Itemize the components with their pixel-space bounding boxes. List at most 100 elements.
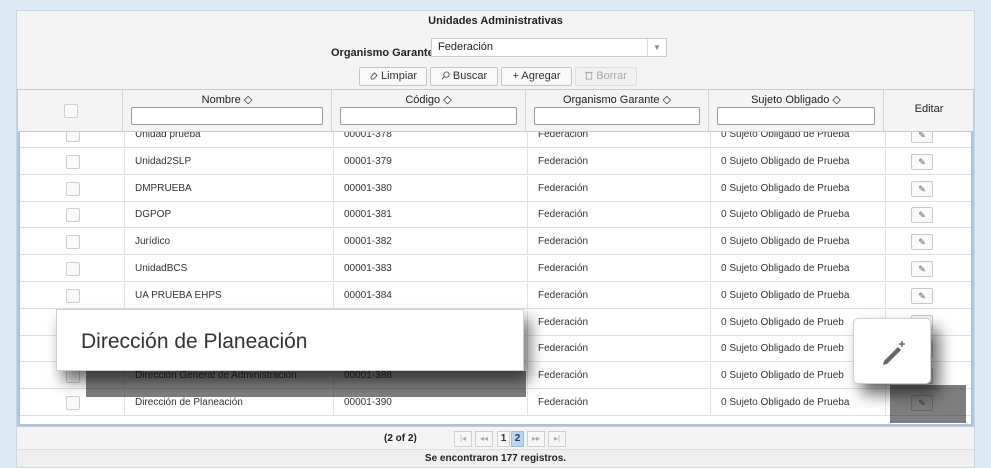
table-row[interactable]: Jurídico 00001-382 Federación 0 Sujeto Obli… bbox=[20, 229, 971, 256]
limpiar-button[interactable]: Limpiar bbox=[359, 67, 427, 86]
cell-nombre-text: Unidad2SLP bbox=[135, 155, 192, 167]
edit-button[interactable]: ✎ bbox=[911, 207, 933, 224]
cell-sujeto-text: 0 Sujeto Obligado de Prueba bbox=[721, 132, 850, 140]
cell-codigo: 00001-383 bbox=[334, 256, 528, 282]
callout-shadow bbox=[86, 371, 526, 397]
first-page-button[interactable]: |◂ bbox=[454, 431, 472, 447]
next-page-button[interactable]: ▸▸ bbox=[527, 431, 545, 447]
chevron-down-icon[interactable]: ▼ bbox=[647, 39, 666, 56]
zoom-callout-text: Dirección de Planeación bbox=[81, 330, 308, 353]
cell-nombre: DGPOP bbox=[125, 202, 334, 229]
cell-nombre: UA PRUEBA EHPS bbox=[125, 282, 334, 309]
cell-organismo: Federación bbox=[528, 202, 711, 229]
cell-organismo: Federación bbox=[528, 132, 711, 148]
organismo-select[interactable]: Federación ▼ bbox=[431, 38, 667, 57]
table-row[interactable]: UnidadBCS 00001-383 Federación 0 Sujeto Obl… bbox=[20, 256, 971, 282]
row-edit-cell: ✎ bbox=[886, 202, 971, 228]
cell-sujeto-text: 0 Sujeto Obligado de Prueba bbox=[721, 289, 850, 301]
cell-organismo-text: Federación bbox=[538, 343, 589, 355]
buscar-button[interactable]: Buscar bbox=[430, 67, 498, 86]
edit-button[interactable]: ✎ bbox=[911, 234, 933, 251]
page-2-button[interactable]: 2 bbox=[511, 431, 524, 447]
header-nombre[interactable]: Nombre ◇ bbox=[123, 90, 332, 131]
edit-button[interactable]: ✎ bbox=[911, 153, 933, 170]
cell-organismo: Federación bbox=[528, 175, 711, 202]
last-page-button[interactable]: ▸| bbox=[548, 431, 566, 447]
row-checkbox[interactable] bbox=[66, 181, 80, 196]
nombre-filter-input[interactable] bbox=[131, 107, 323, 125]
edit-button[interactable]: ✎ bbox=[911, 261, 933, 277]
borrar-button[interactable]: Borrar bbox=[575, 67, 637, 86]
row-checkbox[interactable] bbox=[66, 132, 80, 142]
cell-organismo-text: Federación bbox=[538, 209, 589, 221]
cell-sujeto: 0 Sujeto Obligado de Prueba bbox=[711, 175, 886, 202]
cell-organismo-text: Federación bbox=[538, 263, 589, 274]
table-row[interactable]: UA PRUEBA EHPS 00001-384 Federación 0 Sujet… bbox=[20, 282, 971, 309]
row-checkbox[interactable] bbox=[66, 288, 80, 303]
record-count: Se encontraron 177 registros. bbox=[17, 449, 974, 467]
header-codigo[interactable]: Código ◇ bbox=[332, 90, 526, 131]
prev-page-button[interactable]: ◂◂ bbox=[475, 431, 493, 447]
cell-organismo-text: Federación bbox=[538, 236, 589, 248]
header-editar: Editar bbox=[884, 90, 973, 131]
row-checkbox[interactable] bbox=[66, 396, 80, 410]
codigo-filter-input[interactable] bbox=[340, 107, 517, 125]
table-row[interactable]: DGPOP 00001-381 Federación 0 Sujeto Obligad… bbox=[20, 202, 971, 229]
organismo-filter-input[interactable] bbox=[534, 107, 700, 125]
cell-organismo: Federación bbox=[528, 282, 711, 309]
cell-sujeto: 0 Sujeto Obligado de Prueba bbox=[711, 148, 886, 175]
cell-codigo: 00001-382 bbox=[334, 229, 528, 256]
header-nombre-label[interactable]: Nombre ◇ bbox=[123, 93, 331, 106]
zoom-callout-name: Dirección de Planeación bbox=[56, 309, 524, 371]
cell-sujeto-text: 0 Sujeto Obligado de Prueba bbox=[721, 155, 850, 167]
table-row[interactable]: Unidad2SLP 00001-379 Federación 0 Sujeto Ob… bbox=[20, 148, 971, 175]
pencil-icon: ✎ bbox=[918, 183, 926, 194]
row-select-cell bbox=[20, 148, 125, 175]
edit-button[interactable]: ✎ bbox=[911, 180, 933, 197]
header-sujeto[interactable]: Sujeto Obligado ◇ bbox=[709, 90, 884, 131]
edit-button[interactable]: ✎ bbox=[911, 132, 933, 143]
row-checkbox[interactable] bbox=[66, 235, 80, 250]
header-codigo-label[interactable]: Código ◇ bbox=[332, 93, 525, 106]
row-checkbox[interactable] bbox=[66, 369, 80, 384]
row-select-cell bbox=[20, 132, 125, 148]
table-row[interactable]: Unidad prueba 00001-378 Federación 0 Sujeto… bbox=[20, 132, 971, 148]
row-edit-cell: ✎ bbox=[886, 132, 971, 148]
row-select-cell bbox=[20, 175, 125, 202]
cell-nombre: DMPRUEBA bbox=[125, 175, 334, 202]
header-organismo[interactable]: Organismo Garante ◇ bbox=[526, 90, 709, 131]
zoom-callout-edit bbox=[853, 318, 931, 384]
cell-nombre-text: Jurídico bbox=[135, 236, 171, 248]
header-select-cell bbox=[18, 90, 123, 131]
cell-sujeto-text: 0 Sujeto Obligado de Prueba bbox=[721, 209, 850, 221]
cell-nombre: UnidadBCS bbox=[125, 256, 334, 282]
cell-sujeto-text: 0 Sujeto Obligado de Prueba bbox=[721, 182, 850, 194]
cell-organismo: Federación bbox=[528, 309, 711, 336]
cell-sujeto: 0 Sujeto Obligado de Prueba bbox=[711, 256, 886, 282]
table-row[interactable]: DMPRUEBA 00001-380 Federación 0 Sujeto Obli… bbox=[20, 175, 971, 202]
page-1-button[interactable]: 1 bbox=[497, 431, 510, 447]
row-select-cell bbox=[20, 256, 125, 282]
cell-organismo: Federación bbox=[528, 363, 711, 390]
cell-sujeto-text: 0 Sujeto Obligado de Prueb bbox=[721, 370, 844, 382]
cell-codigo: 00001-378 bbox=[334, 132, 528, 148]
row-select-cell bbox=[20, 282, 125, 309]
cell-nombre-text: UA PRUEBA EHPS bbox=[135, 289, 222, 301]
agregar-button[interactable]: + Agregar bbox=[501, 67, 572, 86]
header-sujeto-label[interactable]: Sujeto Obligado ◇ bbox=[709, 93, 883, 106]
organismo-label: Organismo Garante: bbox=[331, 47, 438, 59]
select-all-checkbox[interactable] bbox=[64, 104, 78, 118]
cell-nombre-text: DMPRUEBA bbox=[135, 182, 192, 194]
cell-sujeto: 0 Sujeto Obligado de Prueba bbox=[711, 229, 886, 256]
row-checkbox[interactable] bbox=[66, 208, 80, 223]
row-checkbox[interactable] bbox=[66, 262, 80, 276]
cell-codigo-text: 00001-378 bbox=[344, 132, 392, 140]
pencil-icon: ✎ bbox=[918, 290, 926, 301]
sujeto-filter-input[interactable] bbox=[717, 107, 875, 125]
edit-button[interactable]: ✎ bbox=[911, 287, 933, 304]
header-organismo-label[interactable]: Organismo Garante ◇ bbox=[526, 93, 708, 106]
borrar-label: Borrar bbox=[596, 70, 627, 82]
cell-organismo-text: Federación bbox=[538, 370, 589, 382]
cell-nombre: Jurídico bbox=[125, 229, 334, 256]
row-checkbox[interactable] bbox=[66, 154, 80, 169]
